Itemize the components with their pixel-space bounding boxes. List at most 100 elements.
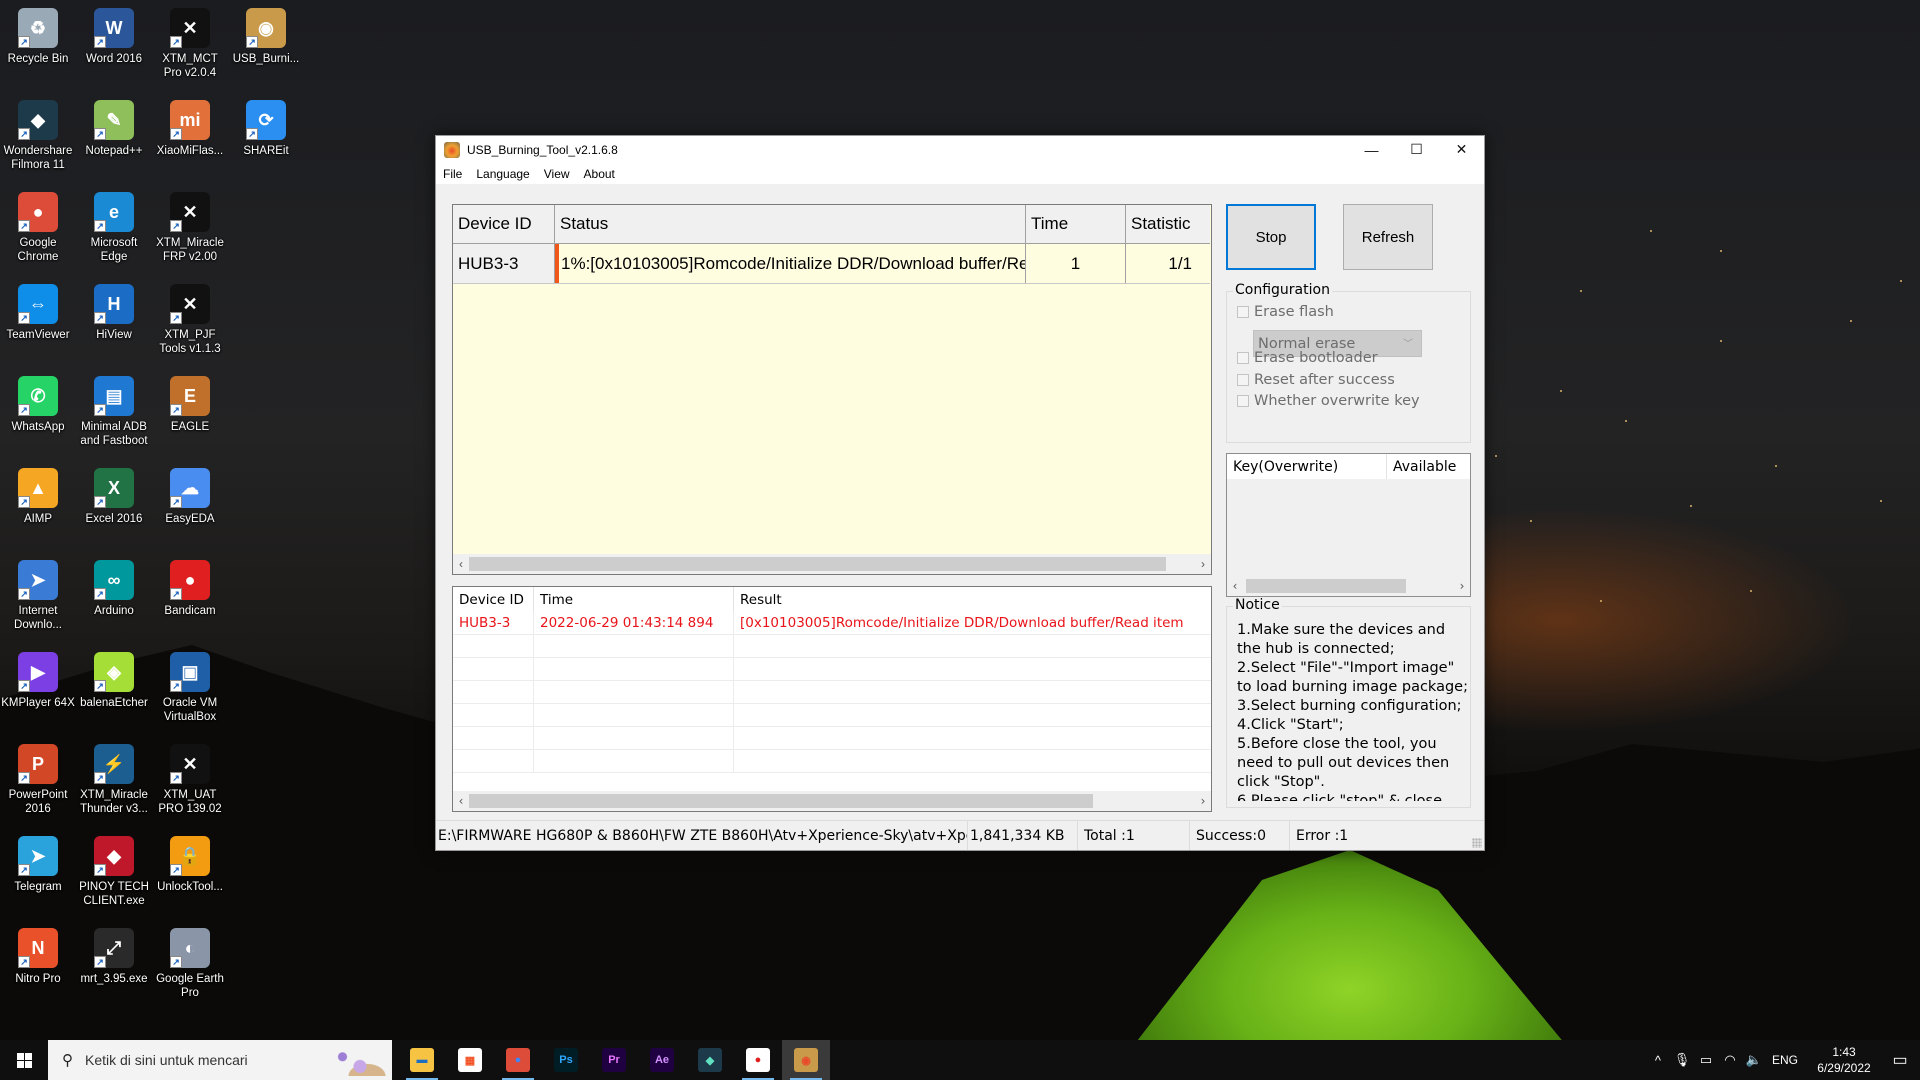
result-log[interactable]: Device ID Time Result HUB3-3 2022-06-29 … bbox=[452, 586, 1212, 812]
desktop-icon[interactable]: ➤ ↗ Internet Downlo... bbox=[0, 560, 76, 632]
column-header-status[interactable]: Status bbox=[555, 205, 1026, 243]
desktop-icon[interactable]: ◈ ↗ balenaEtcher bbox=[76, 652, 152, 710]
taskbar-app-file-explorer[interactable]: ▬ bbox=[398, 1040, 446, 1080]
scroll-thumb[interactable] bbox=[1246, 579, 1407, 593]
desktop-icon[interactable]: e ↗ Microsoft Edge bbox=[76, 192, 152, 264]
desktop-icon[interactable]: ◉ ↗ USB_Burni... bbox=[228, 8, 304, 66]
device-grid[interactable]: Device ID Status Time Statistic HUB3-3 1… bbox=[452, 204, 1212, 575]
taskbar-app-after-effects[interactable]: Ae bbox=[638, 1040, 686, 1080]
desktop-icon[interactable]: ▶ ↗ KMPlayer 64X bbox=[0, 652, 76, 710]
scroll-thumb[interactable] bbox=[469, 794, 1094, 808]
log-header-time[interactable]: Time bbox=[534, 587, 734, 612]
scroll-left-arrow-icon[interactable]: ‹ bbox=[453, 557, 469, 571]
stop-button[interactable]: Stop bbox=[1226, 204, 1316, 270]
desktop-icon[interactable]: ▤ ↗ Minimal ADB and Fastboot bbox=[76, 376, 152, 448]
column-header-device-id[interactable]: Device ID bbox=[453, 205, 555, 243]
column-header-key-overwrite[interactable]: Key(Overwrite) bbox=[1227, 459, 1338, 475]
scroll-right-arrow-icon[interactable]: › bbox=[1195, 557, 1211, 571]
minimize-button[interactable]: — bbox=[1349, 136, 1394, 163]
log-hscrollbar[interactable]: ‹ › bbox=[453, 791, 1211, 811]
scroll-right-arrow-icon[interactable]: › bbox=[1195, 794, 1211, 808]
desktop-icon[interactable]: ☁ ↗ EasyEDA bbox=[152, 468, 228, 526]
taskbar-app-premiere[interactable]: Pr bbox=[590, 1040, 638, 1080]
microsoft-store-icon: ▦ bbox=[458, 1048, 482, 1072]
desktop-icon[interactable]: ♻ ↗ Recycle Bin bbox=[0, 8, 76, 66]
desktop-icon[interactable]: ✕ ↗ XTM_PJF Tools v1.1.3 bbox=[152, 284, 228, 356]
input-language[interactable]: ENG bbox=[1772, 1053, 1798, 1067]
column-header-statistic[interactable]: Statistic bbox=[1126, 205, 1210, 243]
device-row[interactable]: HUB3-3 1%:[0x10103005]Romcode/Initialize… bbox=[453, 244, 1210, 284]
menu-about[interactable]: About bbox=[577, 167, 622, 181]
resize-grip-icon[interactable] bbox=[1472, 838, 1482, 848]
desktop-icon[interactable]: ◆ ↗ Wondershare Filmora 11 bbox=[0, 100, 76, 172]
volume-icon[interactable]: 🔈 bbox=[1742, 1052, 1766, 1068]
scroll-left-arrow-icon[interactable]: ‹ bbox=[1227, 579, 1243, 593]
log-header-device-id[interactable]: Device ID bbox=[453, 587, 534, 612]
taskbar-app-usb-burning-tool[interactable]: ◉ bbox=[782, 1040, 830, 1080]
maximize-button[interactable]: ☐ bbox=[1394, 136, 1439, 163]
desktop-icon[interactable]: P ↗ PowerPoint 2016 bbox=[0, 744, 76, 816]
desktop-icon[interactable]: H ↗ HiView bbox=[76, 284, 152, 342]
desktop-icon[interactable]: ✎ ↗ Notepad++ bbox=[76, 100, 152, 158]
desktop-icon[interactable]: ✕ ↗ XTM_MCT Pro v2.0.4 bbox=[152, 8, 228, 80]
desktop-icon[interactable]: 🔒 ↗ UnlockTool... bbox=[152, 836, 228, 894]
wifi-icon[interactable]: ◠ bbox=[1718, 1052, 1742, 1068]
battery-charging-icon[interactable]: ▭ bbox=[1694, 1052, 1718, 1068]
desktop-icon[interactable]: mi ↗ XiaoMiFlas... bbox=[152, 100, 228, 158]
desktop-icon[interactable]: ➤ ↗ Telegram bbox=[0, 836, 76, 894]
scroll-right-arrow-icon[interactable]: › bbox=[1454, 579, 1470, 593]
desktop-icon[interactable]: ✕ ↗ XTM_Miracle FRP v2.00 bbox=[152, 192, 228, 264]
scroll-thumb[interactable] bbox=[469, 557, 1166, 571]
device-grid-hscrollbar[interactable]: ‹ › bbox=[453, 554, 1211, 574]
taskbar-apps: ▬ ▦ ● Ps Pr Ae ◆ ● ◉ bbox=[398, 1040, 830, 1080]
menu-view[interactable]: View bbox=[537, 167, 577, 181]
desktop-icon[interactable]: ● ↗ Google Chrome bbox=[0, 192, 76, 264]
overwrite-key-checkbox[interactable]: Whether overwrite key bbox=[1237, 393, 1420, 409]
taskbar-app-filmora[interactable]: ◆ bbox=[686, 1040, 734, 1080]
close-button[interactable]: ✕ bbox=[1439, 136, 1484, 163]
column-header-available[interactable]: Available bbox=[1387, 459, 1456, 475]
desktop-icon[interactable]: ▲ ↗ AIMP bbox=[0, 468, 76, 526]
reset-after-success-checkbox[interactable]: Reset after success bbox=[1237, 372, 1395, 388]
desktop-icon[interactable]: W ↗ Word 2016 bbox=[76, 8, 152, 66]
menu-file[interactable]: File bbox=[436, 167, 469, 181]
desktop-icon[interactable]: X ↗ Excel 2016 bbox=[76, 468, 152, 526]
desktop-icon[interactable]: ∞ ↗ Arduino bbox=[76, 560, 152, 618]
taskbar-app-chrome[interactable]: ● bbox=[494, 1040, 542, 1080]
desktop-icon[interactable]: ⚡ ↗ XTM_Miracle Thunder v3... bbox=[76, 744, 152, 816]
desktop-icon[interactable]: N ↗ Nitro Pro bbox=[0, 928, 76, 986]
desktop-icon[interactable]: ● ↗ Bandicam bbox=[152, 560, 228, 618]
desktop-icon[interactable]: ⤢ ↗ mrt_3.95.exe bbox=[76, 928, 152, 986]
log-header-result[interactable]: Result bbox=[734, 587, 1211, 612]
desktop-icon-label: EAGLE bbox=[170, 421, 210, 433]
menu-language[interactable]: Language bbox=[469, 167, 536, 181]
column-header-time[interactable]: Time bbox=[1026, 205, 1126, 243]
taskbar-search[interactable]: ⚲ Ketik di sini untuk mencari bbox=[48, 1040, 392, 1080]
desktop-icon[interactable]: ⇔ ↗ TeamViewer bbox=[0, 284, 76, 342]
taskbar-app-bandicam[interactable]: ● bbox=[734, 1040, 782, 1080]
notice-text[interactable]: 1.Make sure the devices and the hub is c… bbox=[1237, 621, 1469, 801]
desktop-icon[interactable]: ⟳ ↗ SHAREit bbox=[228, 100, 304, 158]
show-hidden-icons-chevron-icon[interactable]: ^ bbox=[1646, 1053, 1670, 1068]
desktop-icon[interactable]: ✕ ↗ XTM_UAT PRO 139.02 bbox=[152, 744, 228, 816]
star bbox=[1560, 390, 1562, 392]
taskbar-app-photoshop[interactable]: Ps bbox=[542, 1040, 590, 1080]
key-list-hscrollbar[interactable]: ‹ › bbox=[1227, 576, 1470, 596]
notification-center-icon[interactable]: ▭ bbox=[1880, 1050, 1920, 1070]
key-list[interactable]: Key(Overwrite) Available ‹ › bbox=[1226, 453, 1471, 597]
title-bar[interactable]: USB_Burning_Tool_v2.1.6.8 — ☐ ✕ bbox=[436, 136, 1484, 163]
erase-flash-checkbox[interactable]: Erase flash bbox=[1237, 304, 1334, 320]
erase-bootloader-checkbox[interactable]: Erase bootloader bbox=[1237, 350, 1378, 366]
log-row[interactable]: HUB3-3 2022-06-29 01:43:14 894 [0x101030… bbox=[453, 612, 1211, 635]
start-button[interactable] bbox=[0, 1040, 48, 1080]
desktop-icon[interactable]: ▣ ↗ Oracle VM VirtualBox bbox=[152, 652, 228, 724]
desktop-icon[interactable]: ◆ ↗ PINOY TECH CLIENT.exe bbox=[76, 836, 152, 908]
desktop-icon[interactable]: ✆ ↗ WhatsApp bbox=[0, 376, 76, 434]
refresh-button[interactable]: Refresh bbox=[1343, 204, 1433, 270]
microphone-icon[interactable]: 🎙 bbox=[1670, 1052, 1694, 1068]
clock[interactable]: 1:43 6/29/2022 bbox=[1808, 1044, 1880, 1076]
taskbar-app-microsoft-store[interactable]: ▦ bbox=[446, 1040, 494, 1080]
scroll-left-arrow-icon[interactable]: ‹ bbox=[453, 794, 469, 808]
desktop-icon[interactable]: ◐ ↗ Google Earth Pro bbox=[152, 928, 228, 1000]
desktop-icon[interactable]: E ↗ EAGLE bbox=[152, 376, 228, 434]
